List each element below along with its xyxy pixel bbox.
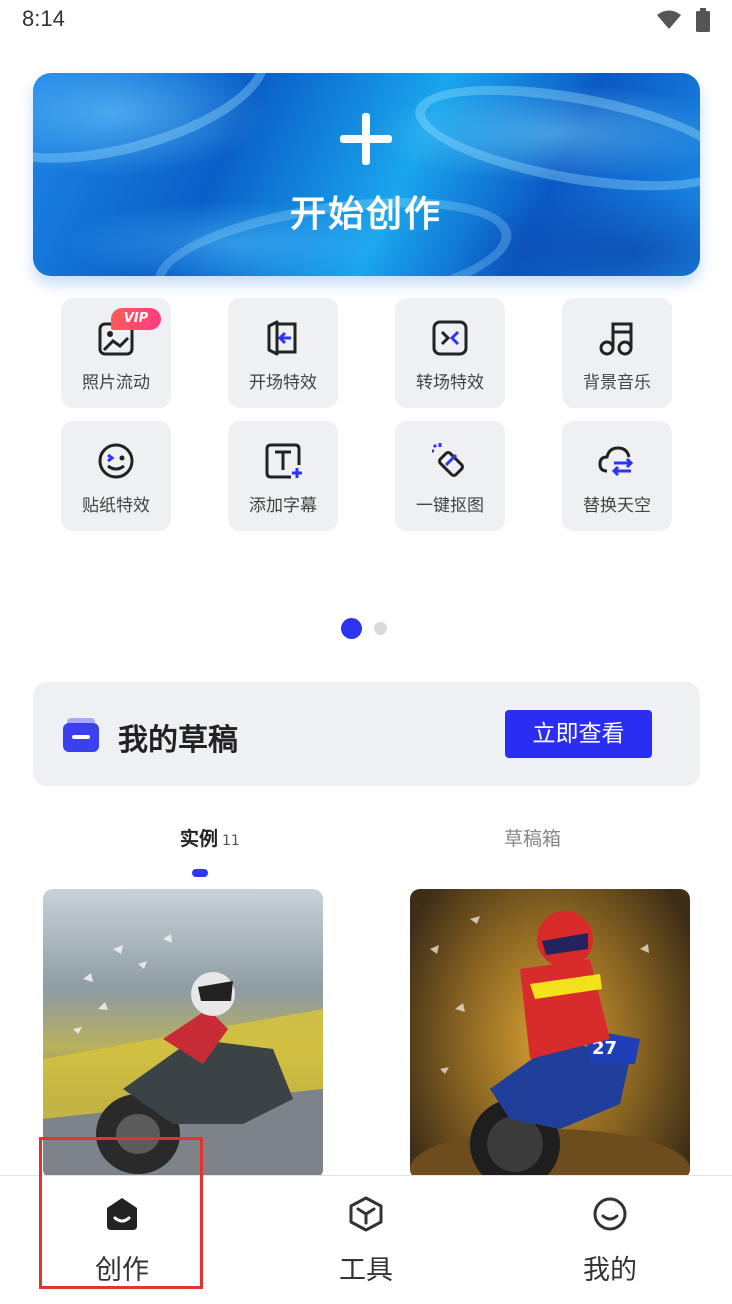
vip-badge: VIP (111, 308, 161, 330)
tool-label: 贴纸特效 (82, 496, 150, 516)
example-thumbnail-motorcycle (43, 934, 323, 1179)
wifi-icon (657, 10, 681, 29)
banner-decoration (33, 73, 284, 190)
page-dot-active[interactable] (341, 618, 362, 639)
my-drafts-card[interactable]: 我的草稿 立即查看 (33, 682, 700, 786)
tab-examples[interactable]: 实例 11 (180, 824, 240, 851)
nav-tools[interactable]: 工具 (244, 1176, 488, 1304)
nav-mine[interactable]: 我的 (488, 1176, 732, 1304)
tool-label: 背景音乐 (583, 373, 651, 393)
status-icons (656, 8, 710, 32)
tool-sticker-effect[interactable]: 贴纸特效 (61, 421, 171, 531)
start-creating-title: 开始创作 (289, 194, 442, 235)
replace-sky-icon (598, 446, 634, 477)
tool-label: 一键抠图 (416, 496, 484, 516)
tools-cube-icon (349, 1196, 383, 1232)
page-dot[interactable] (374, 622, 387, 635)
example-thumbnail-motocross: 27 (410, 911, 690, 1179)
example-card[interactable] (43, 889, 323, 1179)
tool-label: 转场特效 (416, 373, 484, 393)
profile-smile-icon (593, 1197, 627, 1231)
drafts-title: 我的草稿 (118, 723, 238, 758)
add-subtitle-icon (265, 443, 302, 479)
tool-label: 照片流动 (82, 373, 150, 393)
tab-indicator (192, 869, 208, 877)
tool-replace-sky[interactable]: 替换天空 (562, 421, 672, 531)
tool-photo-flow[interactable]: VIP 照片流动 (61, 298, 171, 408)
tab-draftbox[interactable]: 草稿箱 (504, 824, 561, 851)
tool-add-subtitle[interactable]: 添加字幕 (228, 421, 338, 531)
music-note-icon (599, 322, 633, 356)
nav-mine-label: 我的 (583, 1255, 637, 1286)
status-time: 8:14 (22, 6, 65, 31)
tab-examples-label: 实例 (180, 828, 219, 850)
nav-tools-label: 工具 (339, 1255, 393, 1286)
tool-label: 替换天空 (583, 496, 651, 516)
opening-effect-icon (267, 320, 297, 356)
cutout-eraser-icon (432, 443, 464, 477)
selection-highlight (39, 1137, 203, 1289)
tool-background-music[interactable]: 背景音乐 (562, 298, 672, 408)
examples-count: 11 (222, 833, 240, 849)
tool-label: 开场特效 (249, 373, 317, 393)
tool-transition-effect[interactable]: 转场特效 (395, 298, 505, 408)
plus-icon (340, 113, 392, 165)
tool-label: 添加字幕 (249, 496, 317, 516)
tool-one-click-cutout[interactable]: 一键抠图 (395, 421, 505, 531)
drafts-folder-icon (63, 718, 99, 752)
status-bar: 8:14 (0, 0, 732, 40)
tool-opening-effect[interactable]: 开场特效 (228, 298, 338, 408)
battery-icon (696, 8, 710, 32)
start-creating-banner[interactable] (33, 73, 700, 276)
sticker-face-icon (98, 443, 134, 479)
page-indicator (0, 618, 732, 642)
transition-effect-icon (432, 320, 468, 356)
view-now-button[interactable]: 立即查看 (505, 710, 652, 758)
example-card[interactable]: 27 (410, 889, 690, 1179)
